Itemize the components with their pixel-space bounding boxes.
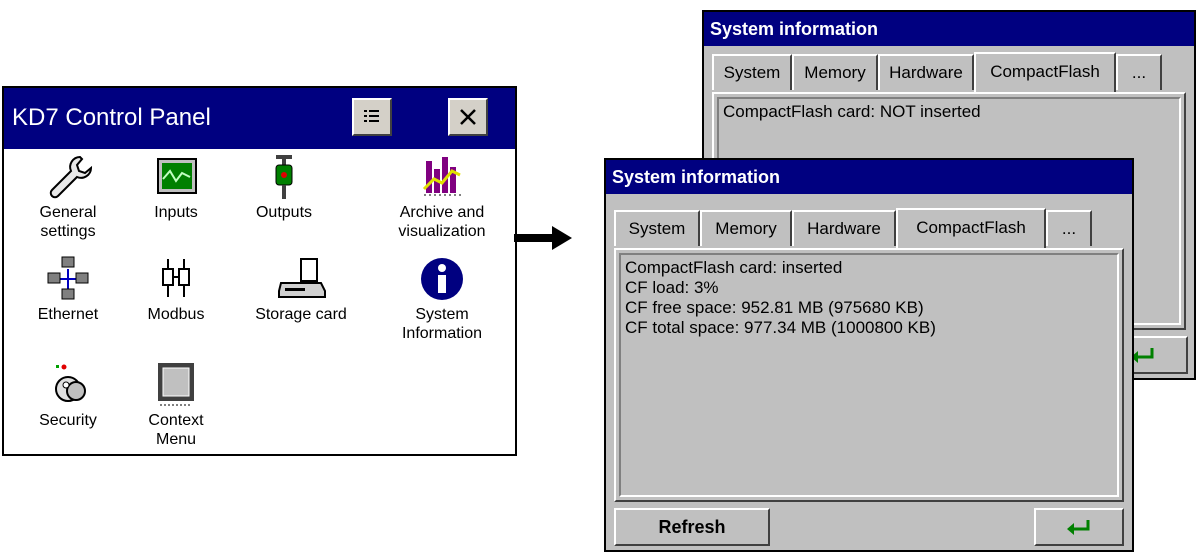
tab-compactflash[interactable]: CompactFlash <box>896 208 1046 248</box>
inputs-label: Inputs <box>154 204 198 221</box>
archive-visualization-item[interactable]: Archive and visualization <box>386 153 498 241</box>
tab-more[interactable]: ... <box>1046 210 1092 246</box>
security-label: Security <box>39 412 97 429</box>
control-panel-title: KD7 Control Panel <box>12 104 211 131</box>
general-settings-item[interactable]: General settings <box>10 153 126 241</box>
tab-strip: System Memory Hardware CompactFlash ... <box>614 208 1124 248</box>
tab-memory[interactable]: Memory <box>700 210 792 246</box>
tab-compactflash[interactable]: CompactFlash <box>974 52 1116 92</box>
security-item[interactable]: Security <box>10 361 126 430</box>
inputs-item[interactable]: Inputs <box>118 153 234 222</box>
modbus-item[interactable]: Modbus <box>118 255 234 324</box>
tab-hardware[interactable]: Hardware <box>792 210 896 246</box>
tab-more[interactable]: ... <box>1116 54 1162 90</box>
monitor-signal-icon <box>157 158 197 194</box>
keys-icon <box>55 364 86 402</box>
ethernet-label: Ethernet <box>37 306 99 323</box>
ethernet-item[interactable]: Ethernet <box>10 255 126 324</box>
context-menu-item[interactable]: Context Menu <box>118 361 234 449</box>
context-menu-label: Context Menu <box>148 412 204 448</box>
control-panel-grid: General settings Inputs Outputs Archive … <box>4 149 515 454</box>
outputs-label: Outputs <box>255 204 313 221</box>
info-icon <box>421 258 463 300</box>
system-information-item[interactable]: System Information <box>386 255 498 343</box>
control-panel-titlebar: KD7 Control Panel <box>4 88 515 149</box>
close-icon <box>460 109 476 125</box>
control-panel-window: KD7 Control Panel General settings Input… <box>2 86 517 456</box>
wrench-icon <box>49 155 93 199</box>
tab-panel: CompactFlash card: inserted CF load: 3% … <box>614 248 1124 502</box>
close-button[interactable] <box>448 98 488 136</box>
context-menu-icon <box>158 363 194 406</box>
card-reader-icon <box>278 258 326 298</box>
info-line: CompactFlash card: NOT inserted <box>723 102 981 121</box>
bar-chart-icon <box>422 157 462 196</box>
cf-card-status: CompactFlash card: inserted <box>625 258 843 277</box>
cf-load: CF load: 3% <box>625 278 719 297</box>
list-menu-icon <box>364 110 379 122</box>
modbus-label: Modbus <box>147 306 205 323</box>
window-title: System information <box>704 12 1194 46</box>
storage-card-label: Storage card <box>255 306 347 323</box>
enter-button[interactable] <box>1034 508 1124 546</box>
cf-free-space: CF free space: 952.81 MB (975680 KB) <box>625 298 924 317</box>
archive-visualization-label: Archive and visualization <box>398 204 486 240</box>
info-text-area: CompactFlash card: inserted CF load: 3% … <box>619 253 1119 497</box>
network-icon <box>47 256 89 300</box>
enter-arrow-icon <box>1067 520 1090 535</box>
system-information-label: System Information <box>401 306 483 342</box>
storage-card-item[interactable]: Storage card <box>236 255 366 324</box>
tab-system[interactable]: System <box>712 54 792 90</box>
window-title: System information <box>606 160 1132 194</box>
general-settings-label: General settings <box>39 204 97 240</box>
tab-system[interactable]: System <box>614 210 700 246</box>
output-plug-icon <box>275 155 293 199</box>
right-arrow-icon <box>514 226 572 250</box>
modbus-plug-icon <box>162 259 190 297</box>
cf-total-space: CF total space: 977.34 MB (1000800 KB) <box>625 318 936 337</box>
tab-memory[interactable]: Memory <box>792 54 878 90</box>
system-info-window-front: System information System Memory Hardwar… <box>604 158 1134 552</box>
refresh-button[interactable]: Refresh <box>614 508 770 546</box>
outputs-item[interactable]: Outputs <box>226 153 342 222</box>
footer: Refresh <box>606 504 1132 550</box>
tab-strip: System Memory Hardware CompactFlash ... <box>712 52 1186 92</box>
menu-button[interactable] <box>352 98 392 136</box>
tab-hardware[interactable]: Hardware <box>878 54 974 90</box>
